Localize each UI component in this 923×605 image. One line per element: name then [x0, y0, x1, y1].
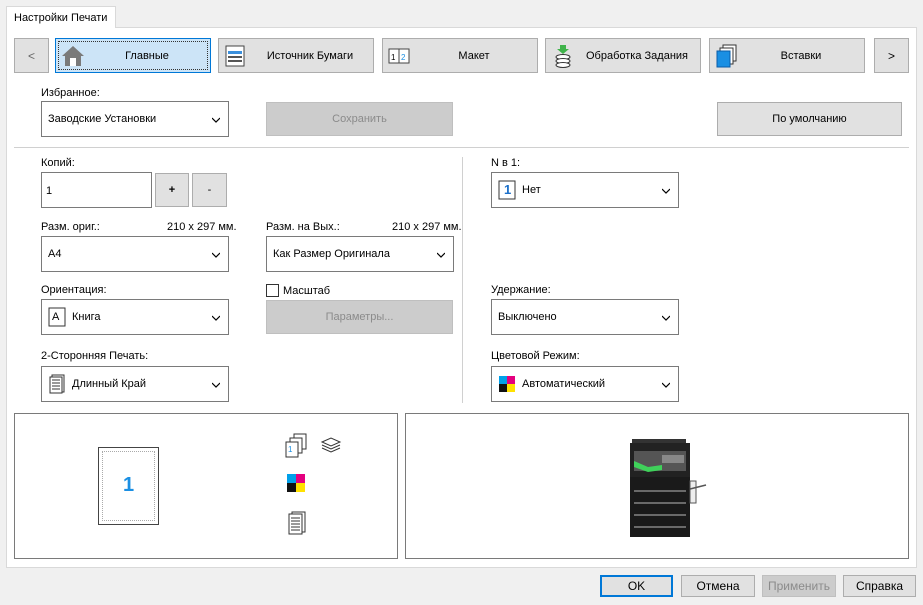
- help-button[interactable]: Справка: [843, 575, 916, 597]
- output-size-select[interactable]: Как Размер Оригинала: [266, 236, 454, 272]
- tab-layout-label: Макет: [458, 49, 490, 62]
- chevron-down-icon: [212, 117, 220, 123]
- copies-decrement-button[interactable]: -: [192, 173, 227, 207]
- output-size-dimensions: 210 x 297 мм.: [392, 221, 462, 233]
- help-label: Справка: [855, 579, 904, 593]
- stapling-status-icon: [320, 437, 342, 453]
- cancel-label: Отмена: [696, 579, 740, 593]
- copies-label: Копий:: [41, 157, 75, 169]
- scale-parameters-label: Параметры...: [325, 311, 394, 323]
- output-size-value: Как Размер Оригинала: [273, 248, 390, 260]
- scale-parameters-button[interactable]: Параметры...: [266, 300, 453, 334]
- nav-next-label: >: [887, 48, 895, 63]
- apply-button[interactable]: Применить: [762, 575, 836, 597]
- favorites-label: Избранное:: [41, 87, 100, 99]
- paper-source-icon: [225, 45, 245, 67]
- ok-button[interactable]: OK: [600, 575, 673, 597]
- chevron-down-icon: [662, 382, 670, 388]
- hold-label: Удержание:: [491, 284, 551, 296]
- copies-value: 1: [46, 185, 53, 197]
- color-mode-label: Цветовой Режим:: [491, 350, 580, 362]
- column-divider: [462, 157, 463, 403]
- hold-value: Выключено: [498, 311, 557, 323]
- svg-text:2: 2: [401, 53, 406, 62]
- layout-icon: 1 2: [388, 48, 410, 64]
- document-preview: 1 1: [14, 413, 398, 559]
- tab-main-label: Главные: [125, 49, 169, 62]
- nav-prev-label: <: [27, 48, 35, 63]
- copies-status-icon: 1: [285, 433, 307, 458]
- restore-defaults-label: По умолчанию: [772, 113, 847, 125]
- chevron-down-icon: [212, 315, 220, 321]
- duplex-status-icon: [288, 511, 306, 535]
- orientation-icon-letter: A: [52, 311, 60, 323]
- duplex-select[interactable]: Длинный Край: [41, 366, 229, 402]
- tab-paper-source[interactable]: Источник Бумаги: [218, 38, 374, 73]
- scale-checkbox[interactable]: [266, 284, 279, 297]
- chevron-down-icon: [662, 188, 670, 194]
- duplex-value: Длинный Край: [72, 378, 147, 390]
- svg-text:1: 1: [391, 53, 396, 62]
- printer-preview: [405, 413, 909, 559]
- restore-defaults-button[interactable]: По умолчанию: [717, 102, 902, 136]
- page-number: 1: [122, 474, 135, 496]
- original-size-select[interactable]: A4: [41, 236, 229, 272]
- output-size-label: Разм. на Вых.:: [266, 221, 340, 233]
- long-edge-duplex-icon: [49, 374, 65, 394]
- favorites-value: Заводские Установки: [48, 113, 157, 125]
- hold-select[interactable]: Выключено: [491, 299, 679, 335]
- tab-inserts[interactable]: Вставки: [709, 38, 865, 73]
- save-favorite-button[interactable]: Сохранить: [266, 102, 453, 136]
- tab-job-processing-label: Обработка Задания: [585, 49, 688, 62]
- save-favorite-label: Сохранить: [332, 113, 387, 125]
- color-mode-value: Автоматический: [522, 378, 606, 390]
- original-size-value: A4: [48, 248, 62, 260]
- nav-prev-button[interactable]: <: [14, 38, 49, 73]
- copies-increment-button[interactable]: +: [155, 173, 189, 207]
- tab-layout[interactable]: 1 2 Макет: [382, 38, 538, 73]
- copies-increment-label: +: [168, 184, 176, 196]
- original-size-label: Разм. ориг.:: [41, 221, 100, 233]
- nup-value: Нет: [522, 184, 541, 196]
- apply-label: Применить: [767, 579, 830, 593]
- home-icon: [62, 46, 84, 66]
- insert-pages-icon: [716, 44, 737, 68]
- nup-label: N в 1:: [491, 157, 521, 169]
- copies-input[interactable]: 1: [41, 172, 152, 208]
- orientation-label: Ориентация:: [41, 284, 107, 296]
- cancel-button[interactable]: Отмена: [681, 575, 755, 597]
- tab-paper-source-label: Источник Бумаги: [266, 49, 354, 62]
- ok-label: OK: [627, 579, 646, 593]
- orientation-select[interactable]: A Книга: [41, 299, 229, 335]
- chevron-down-icon: [212, 382, 220, 388]
- favorites-select[interactable]: Заводские Установки: [41, 101, 229, 137]
- printer-icon: [630, 439, 707, 537]
- nup-select[interactable]: 1 Нет: [491, 172, 679, 208]
- tab-main[interactable]: Главные: [55, 38, 211, 73]
- chevron-down-icon: [437, 252, 445, 258]
- svg-text:1: 1: [288, 445, 293, 454]
- page-preview: 1: [98, 447, 159, 525]
- tab-print-settings[interactable]: Настройки Печати: [6, 6, 116, 28]
- color-mode-select[interactable]: Автоматический: [491, 366, 679, 402]
- section-divider: [14, 147, 909, 148]
- original-size-dimensions: 210 x 297 мм.: [167, 221, 237, 233]
- orientation-value: Книга: [72, 311, 101, 323]
- color-status-icon: [287, 474, 305, 492]
- nav-next-button[interactable]: >: [874, 38, 909, 73]
- chevron-down-icon: [662, 315, 670, 321]
- tab-inserts-label: Вставки: [780, 49, 822, 62]
- copies-decrement-label: -: [207, 184, 212, 196]
- scale-label: Масштаб: [283, 285, 331, 297]
- nup-icon-digit: 1: [504, 182, 512, 197]
- tab-job-processing[interactable]: Обработка Задания: [545, 38, 701, 73]
- chevron-down-icon: [212, 252, 220, 258]
- tab-label: Настройки Печати: [14, 12, 108, 24]
- auto-color-icon: [499, 376, 515, 392]
- job-processing-icon: [555, 45, 571, 68]
- duplex-label: 2-Сторонняя Печать:: [41, 350, 149, 362]
